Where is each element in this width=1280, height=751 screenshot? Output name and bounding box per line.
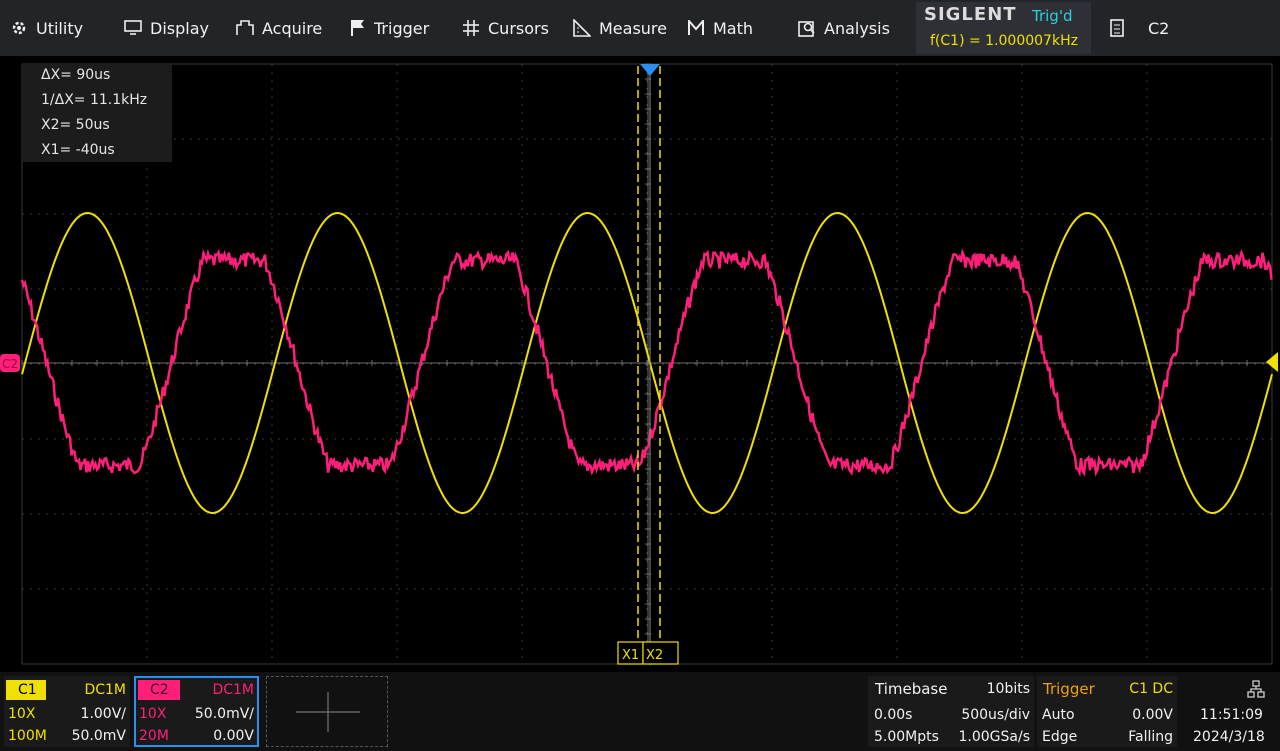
menu-acquire[interactable]: Acquire <box>236 0 322 56</box>
channel-selector[interactable]: C2 <box>1110 0 1169 56</box>
menu-display-label: Display <box>150 18 209 38</box>
clock-box[interactable]: 11:51:09 2024/3/18 <box>1181 676 1278 747</box>
timebase-delay: 0.00s <box>874 707 913 723</box>
c2-label: C2 <box>138 680 180 700</box>
document-icon <box>1110 19 1124 37</box>
trigger-level: 0.00V <box>1132 707 1173 723</box>
graticule <box>21 63 1273 665</box>
timebase-scale: 500us/div <box>961 707 1030 723</box>
trigger-mode: Auto <box>1042 707 1075 723</box>
timebase-box[interactable]: Timebase 10bits 0.00s 500us/div 5.00Mpts… <box>868 676 1034 747</box>
c1-coupling: DC1M <box>84 682 126 698</box>
c1-offset: 50.0mV <box>71 728 126 744</box>
c2-probe: 10X <box>139 706 167 722</box>
menu-display[interactable]: Display <box>124 0 209 56</box>
trigger-position-marker[interactable] <box>640 64 660 76</box>
cursor-x2-tag-label: X2 <box>646 648 663 663</box>
trigger-box[interactable]: Trigger C1 DC Auto 0.00V Edge Falling <box>1037 676 1177 747</box>
menu-cursors[interactable]: Cursors <box>462 0 549 56</box>
c1-label: C1 <box>6 680 46 700</box>
menu-cursors-label: Cursors <box>488 18 549 38</box>
c2-ground-marker-label: C2 <box>2 357 18 371</box>
menu-math[interactable]: Math <box>687 0 753 56</box>
network-icon <box>1247 680 1265 698</box>
c2-offset: 0.00V <box>213 728 254 744</box>
cursor-x1-tag[interactable]: X1 <box>617 641 644 665</box>
c1-probe: 10X <box>8 706 36 722</box>
gear-icon <box>12 21 26 35</box>
c2-ground-marker[interactable]: C2 <box>0 354 20 372</box>
acquire-icon <box>236 20 254 35</box>
inv-delta-x-readout: 1/ΔX= 11.1kHz <box>41 92 148 108</box>
clock-date: 2024/3/18 <box>1193 729 1265 745</box>
frequency-counter: f(C1) = 1.000007kHz <box>930 33 1078 49</box>
clock-time: 11:51:09 <box>1200 707 1263 723</box>
memory-depth: 5.00Mpts <box>874 729 939 745</box>
menu-bar: Utility Display Acquire Trigger Cursors … <box>0 0 1280 56</box>
sample-rate: 1.00GSa/s <box>958 729 1031 745</box>
flag-icon <box>351 20 364 36</box>
timebase-title: Timebase <box>875 680 948 698</box>
menu-measure[interactable]: Measure <box>573 0 667 56</box>
c1-scale: 1.00V/ <box>80 706 126 722</box>
trigger-slope: Falling <box>1128 729 1173 745</box>
c2-scale: 50.0mV/ <box>194 706 254 722</box>
trigger-type: Edge <box>1042 729 1078 745</box>
c2-channel-box[interactable]: C2 DC1M 10X 50.0mV/ 20M 0.00V <box>134 676 259 747</box>
math-icon <box>688 20 704 35</box>
c1-bandwidth: 100M <box>8 728 47 744</box>
waveform-display[interactable]: C2 X1 X2 <box>0 60 1280 672</box>
add-channel-button[interactable] <box>266 676 388 747</box>
trigger-status: Trig'd <box>1032 7 1073 25</box>
x2-readout: X2= 50us <box>41 117 110 133</box>
x1-readout: X1= -40us <box>41 142 115 158</box>
menu-measure-label: Measure <box>599 18 667 38</box>
ruler-icon <box>573 19 591 37</box>
delta-x-readout: ΔX= 90us <box>41 67 111 83</box>
c2-bandwidth: 20M <box>139 728 169 744</box>
trigger-source: C1 DC <box>1129 681 1173 697</box>
menu-utility[interactable]: Utility <box>10 0 83 56</box>
cursor-readout: ΔX= 90us 1/ΔX= 11.1kHz X2= 50us X1= -40u… <box>22 64 172 162</box>
menu-trigger-label: Trigger <box>374 18 430 38</box>
cursor-x1-tag-label: X1 <box>622 648 639 663</box>
menu-math-label: Math <box>713 18 754 38</box>
status-panel: SIGLENT Trig'd f(C1) = 1.000007kHz <box>916 2 1091 54</box>
menu-analysis[interactable]: Analysis <box>798 0 890 56</box>
menu-acquire-label: Acquire <box>262 18 323 38</box>
cursor-grid-icon <box>463 20 479 36</box>
timebase-bits: 10bits <box>986 681 1030 697</box>
cursor-x2-tag[interactable]: X2 <box>642 641 679 665</box>
monitor-icon <box>124 20 142 35</box>
plus-icon <box>296 692 360 732</box>
menu-analysis-label: Analysis <box>824 18 890 38</box>
brand-logo: SIGLENT <box>924 4 1017 25</box>
trigger-title: Trigger <box>1043 680 1095 698</box>
analysis-icon <box>798 21 815 37</box>
c1-channel-box[interactable]: C1 DC1M 10X 1.00V/ 100M 50.0mV <box>4 676 130 747</box>
menu-trigger[interactable]: Trigger <box>350 0 429 56</box>
c2-coupling: DC1M <box>212 682 254 698</box>
channel-selector-label: C2 <box>1148 18 1170 38</box>
menu-utility-label: Utility <box>36 18 84 38</box>
